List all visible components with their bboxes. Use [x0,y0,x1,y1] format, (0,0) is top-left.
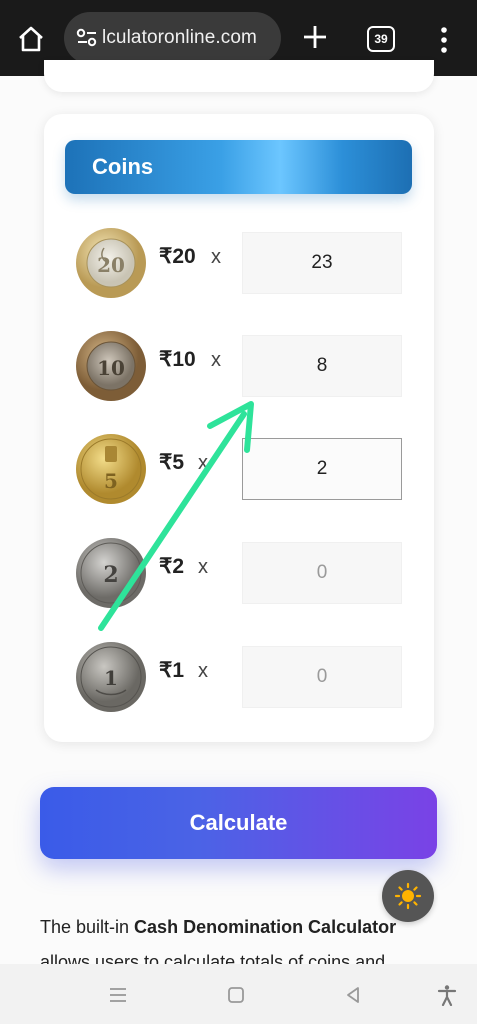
multiply-sign: x [198,660,208,682]
coin-count-input-20[interactable]: 23 [242,232,402,294]
more-menu-icon[interactable] [432,25,456,55]
coin-count-input-1[interactable]: 0 [242,646,402,708]
previous-card [44,60,434,92]
svg-text:5: 5 [104,469,118,493]
description-highlight: Cash Denomination Calculator [134,917,397,937]
home-nav-icon[interactable] [225,984,247,1006]
site-settings-icon[interactable] [76,28,98,48]
accessibility-icon[interactable] [436,984,458,1006]
coins-header: Coins [65,140,412,194]
new-tab-icon[interactable] [300,22,330,52]
svg-text:1: 1 [104,666,118,690]
coins-card: Coins 20 ₹20 x 23 10 ₹10 x 8 5 ₹5 x 2 2 … [44,114,434,742]
svg-text:20: 20 [97,253,125,277]
coin-label: ₹10 [159,348,196,371]
multiply-sign: x [198,556,208,578]
coin-count-input-10[interactable]: 8 [242,335,402,397]
coin-row-20: 20 ₹20 x 23 [44,222,434,302]
coin-5-icon: 5 [76,434,146,504]
tab-switcher-button[interactable]: 39 [367,26,395,52]
coin-label: ₹1 [159,659,185,682]
multiply-sign: x [211,246,221,268]
calculate-button[interactable]: Calculate [40,787,437,859]
coin-row-10: 10 ₹10 x 8 [44,325,434,405]
coin-1-icon: 1 [76,642,146,712]
system-nav-bar [0,964,477,1024]
svg-text:10: 10 [97,356,125,380]
multiply-sign: x [198,452,208,474]
coin-10-icon: 10 [76,331,146,401]
theme-toggle-button[interactable] [382,870,434,922]
coin-label: ₹2 [159,555,185,578]
back-icon[interactable] [342,984,364,1006]
home-icon[interactable] [16,24,46,54]
coin-label: ₹20 [159,245,196,268]
coins-title: Coins [92,154,154,179]
coin-count-input-5[interactable]: 2 [242,438,402,500]
coin-row-5: 5 ₹5 x 2 [44,428,434,508]
multiply-sign: x [211,349,221,371]
recent-apps-icon[interactable] [107,984,129,1006]
address-bar[interactable]: lculatoronline.com [64,12,281,64]
svg-text:2: 2 [103,562,118,588]
coin-2-icon: 2 [76,538,146,608]
coin-row-2: 2 ₹2 x 0 [44,532,434,612]
url-text[interactable]: lculatoronline.com [102,27,257,49]
coin-label: ₹5 [159,451,185,474]
coin-row-1: 1 ₹1 x 0 [44,636,434,716]
coin-count-input-2[interactable]: 0 [242,542,402,604]
coin-20-icon: 20 [76,228,146,298]
sun-icon [394,882,422,910]
